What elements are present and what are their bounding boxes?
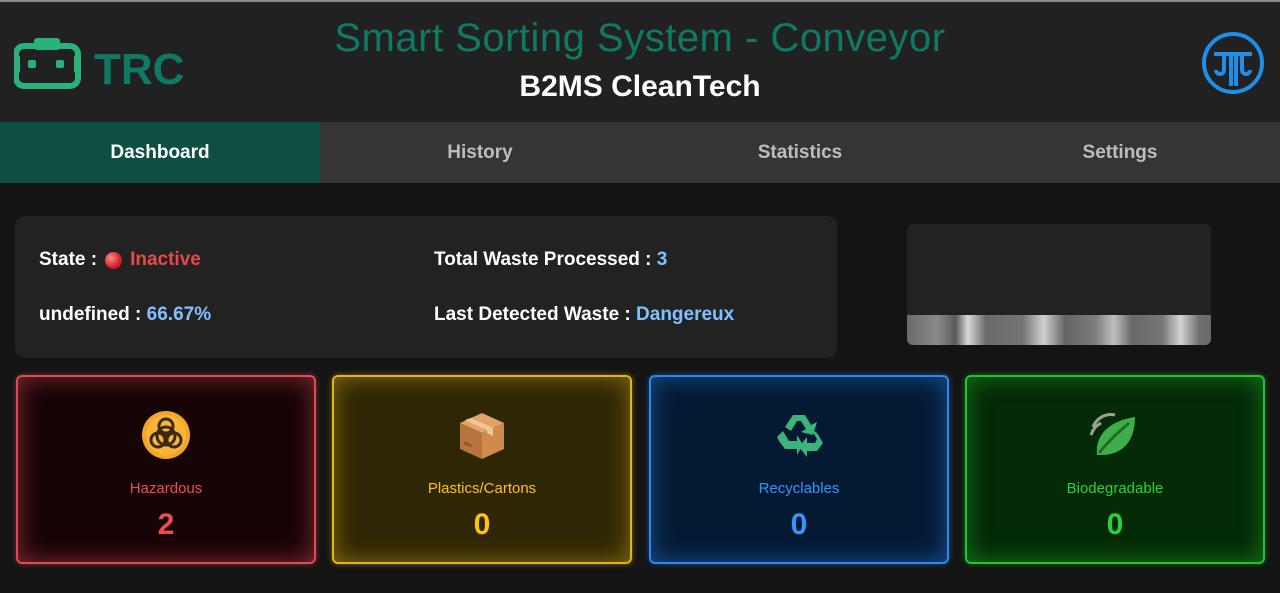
category-label: Plastics/Cartons	[427, 480, 537, 497]
page-subtitle: B2MS CleanTech	[519, 70, 761, 103]
category-count: 0	[1106, 508, 1124, 541]
category-label: Biodegradable	[1066, 480, 1164, 497]
state-row: State : Inactive	[39, 249, 201, 271]
category-card-plastics: Plastics/Cartons 0	[332, 375, 632, 564]
last-row: Last Detected Waste : Dangereux	[434, 304, 734, 326]
state-value: Inactive	[130, 249, 201, 270]
conveyor-preview	[907, 224, 1211, 345]
metric-row: undefined : 66.67%	[39, 304, 211, 326]
tab-settings[interactable]: Settings	[960, 122, 1280, 183]
total-label: Total Waste Processed :	[434, 249, 652, 270]
page-title: Smart Sorting System - Conveyor	[334, 16, 946, 60]
leaf-icon	[967, 409, 1263, 461]
package-icon	[334, 409, 630, 461]
category-count: 2	[157, 508, 175, 541]
category-label: Hazardous	[129, 480, 203, 497]
category-card-biodegradable: Biodegradable 0	[965, 375, 1265, 564]
recycle-icon	[651, 409, 947, 461]
category-count: 0	[790, 508, 808, 541]
category-label: Recyclables	[758, 480, 840, 497]
tab-dashboard[interactable]: Dashboard	[0, 122, 320, 183]
biohazard-icon	[18, 409, 314, 461]
total-value: 3	[656, 249, 668, 270]
metric-value: 66.67%	[146, 304, 212, 325]
main-nav: Dashboard History Statistics Settings	[0, 122, 1280, 183]
status-dot-icon	[105, 251, 123, 269]
status-panel: State : Inactive undefined : 66.67% Tota…	[15, 216, 837, 358]
app-header: TRC Smart Sorting System - Conveyor B2MS…	[0, 2, 1280, 122]
last-value: Dangereux	[636, 304, 735, 325]
metric-label: undefined :	[39, 304, 142, 325]
total-row: Total Waste Processed : 3	[434, 249, 667, 271]
tab-history[interactable]: History	[320, 122, 640, 183]
category-card-recyclables: Recyclables 0	[649, 375, 949, 564]
category-card-hazardous: Hazardous 2	[16, 375, 316, 564]
category-count: 0	[473, 508, 491, 541]
last-label: Last Detected Waste :	[434, 304, 631, 325]
circuit-logo-icon[interactable]	[1200, 30, 1266, 96]
conveyor-belt	[907, 315, 1211, 345]
tab-statistics[interactable]: Statistics	[640, 122, 960, 183]
state-label: State :	[39, 249, 98, 270]
